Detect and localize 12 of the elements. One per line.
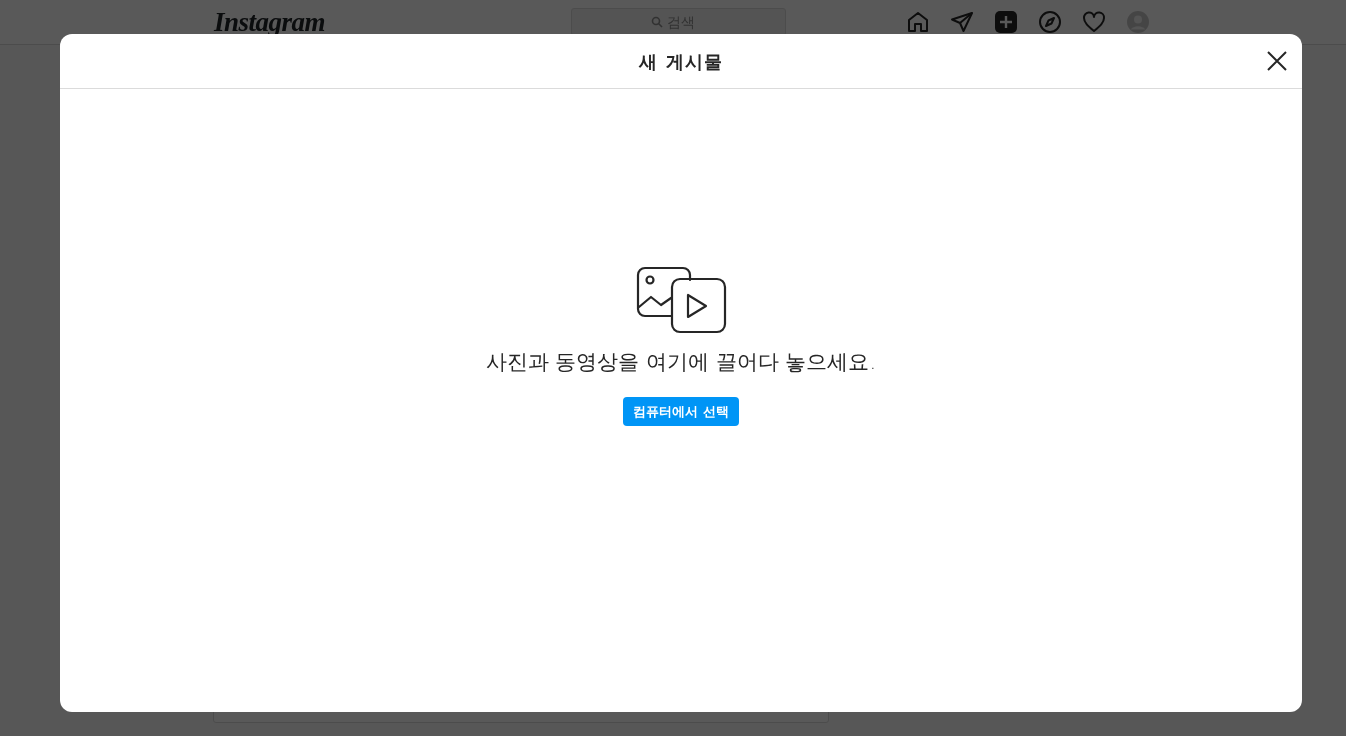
close-button[interactable] bbox=[1266, 50, 1288, 72]
logo[interactable]: Instagram bbox=[214, 8, 326, 36]
heart-icon[interactable] bbox=[1082, 10, 1106, 34]
paper-plane-icon[interactable] bbox=[950, 10, 974, 34]
search-icon bbox=[651, 16, 664, 28]
select-from-computer-button[interactable]: 컴퓨터에서 선택 bbox=[623, 396, 739, 426]
home-icon[interactable] bbox=[906, 10, 930, 34]
drop-instruction: 사진과 동영상을 여기에 끌어다 놓으세요. bbox=[485, 349, 877, 376]
media-icon bbox=[636, 265, 728, 335]
add-icon[interactable] bbox=[994, 10, 1018, 34]
dialog-title: 새 게시물 bbox=[639, 49, 723, 74]
compass-icon[interactable] bbox=[1038, 10, 1062, 34]
